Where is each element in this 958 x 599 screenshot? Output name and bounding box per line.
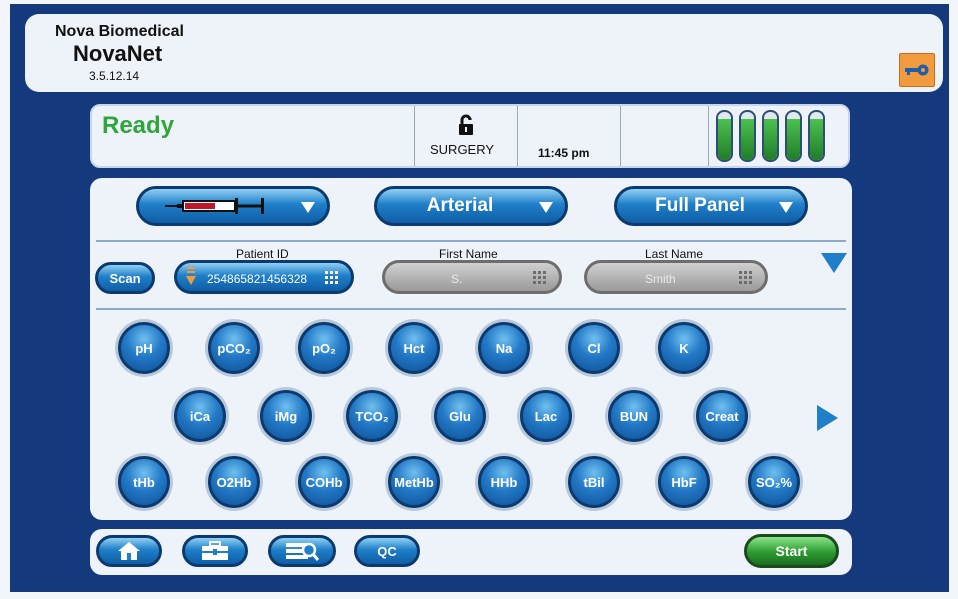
- analyte-button[interactable]: COHb: [298, 456, 350, 508]
- patient-id-label: Patient ID: [236, 247, 289, 261]
- keypad-icon: [533, 271, 546, 284]
- patient-id-field[interactable]: 254865821456328: [174, 260, 354, 294]
- analyte-button[interactable]: Cl: [568, 322, 620, 374]
- expand-down-icon[interactable]: [821, 253, 847, 273]
- reagent-level: [716, 110, 733, 162]
- panel-dropdown[interactable]: Full Panel: [614, 186, 808, 226]
- analyte-button[interactable]: Glu: [434, 390, 486, 442]
- toolbox-button[interactable]: [182, 535, 248, 567]
- scan-button[interactable]: Scan: [95, 262, 155, 294]
- sample-type-dropdown[interactable]: [136, 186, 330, 226]
- analyte-button[interactable]: iCa: [174, 390, 226, 442]
- divider: [96, 308, 846, 310]
- divider: [708, 106, 709, 166]
- location-label: SURGERY: [430, 142, 495, 157]
- analyte-button[interactable]: pH: [118, 322, 170, 374]
- key-button[interactable]: [899, 53, 935, 87]
- first-name-field[interactable]: S.: [382, 260, 562, 294]
- analyte-button[interactable]: HbF: [658, 456, 710, 508]
- analyte-button[interactable]: MetHb: [388, 456, 440, 508]
- analyte-button[interactable]: O2Hb: [208, 456, 260, 508]
- status-text: Ready: [102, 112, 175, 139]
- search-records-button[interactable]: [268, 535, 336, 567]
- main-panel: Arterial Full Panel Scan Patient ID 2548…: [90, 178, 852, 520]
- syringe-icon: [165, 198, 264, 214]
- analyte-button[interactable]: Na: [478, 322, 530, 374]
- analyte-button[interactable]: Creat: [696, 390, 748, 442]
- toolbox-icon: [202, 541, 228, 560]
- reagent-level: [808, 110, 825, 162]
- analyte-button[interactable]: tHb: [118, 456, 170, 508]
- analyte-button[interactable]: BUN: [608, 390, 660, 442]
- company-name: Nova Biomedical: [55, 23, 184, 40]
- product-name: NovaNet: [73, 41, 163, 66]
- analyte-button[interactable]: TCO₂: [346, 390, 398, 442]
- first-name-label: First Name: [439, 247, 498, 261]
- version-number: 3.5.12.14: [89, 69, 140, 83]
- header: Nova Biomedical NovaNet 3.5.12.14: [25, 14, 943, 92]
- divider: [620, 106, 621, 166]
- reagent-levels: [716, 110, 825, 162]
- chevron-down-icon: [301, 202, 315, 213]
- search-records-icon: [286, 542, 319, 561]
- reagent-level: [739, 110, 756, 162]
- analyte-button[interactable]: K: [658, 322, 710, 374]
- reagent-level: [762, 110, 779, 162]
- chevron-down-icon: [779, 202, 793, 213]
- panel-label: Full Panel: [655, 195, 745, 216]
- home-icon: [118, 542, 140, 560]
- qc-button[interactable]: QC: [354, 535, 420, 567]
- analyte-button[interactable]: pO₂: [298, 322, 350, 374]
- home-button[interactable]: [96, 535, 162, 567]
- analyte-button[interactable]: HHb: [478, 456, 530, 508]
- next-page-icon[interactable]: [817, 405, 838, 431]
- first-name-value: S.: [451, 272, 463, 286]
- divider: [414, 106, 415, 166]
- unlock-icon[interactable]: [458, 114, 474, 136]
- key-icon: [905, 64, 929, 76]
- last-name-field[interactable]: Smith: [584, 260, 768, 294]
- analyte-button[interactable]: Hct: [388, 322, 440, 374]
- patient-id-value: 254865821456328: [207, 272, 308, 286]
- analyte-button[interactable]: SO₂%: [748, 456, 800, 508]
- bottom-bar: QC Start: [90, 529, 852, 575]
- divider: [96, 240, 846, 242]
- reagent-level: [785, 110, 802, 162]
- keypad-icon: [325, 271, 338, 284]
- divider: [517, 106, 518, 166]
- last-name-value: Smith: [645, 272, 676, 286]
- analyte-button[interactable]: Lac: [520, 390, 572, 442]
- time-display: 11:45 pm: [538, 146, 590, 160]
- barcode-arrow-icon: [186, 267, 196, 285]
- last-name-label: Last Name: [645, 247, 704, 261]
- chevron-down-icon: [539, 202, 553, 213]
- analyte-button[interactable]: iMg: [260, 390, 312, 442]
- status-bar: Ready SURGERY 11:45 pm: [90, 104, 850, 168]
- keypad-icon: [739, 271, 752, 284]
- sample-site-dropdown[interactable]: Arterial: [374, 186, 568, 226]
- analyte-button[interactable]: tBil: [568, 456, 620, 508]
- analyte-button[interactable]: pCO₂: [208, 322, 260, 374]
- start-button[interactable]: Start: [744, 534, 839, 568]
- sample-site-label: Arterial: [426, 195, 494, 216]
